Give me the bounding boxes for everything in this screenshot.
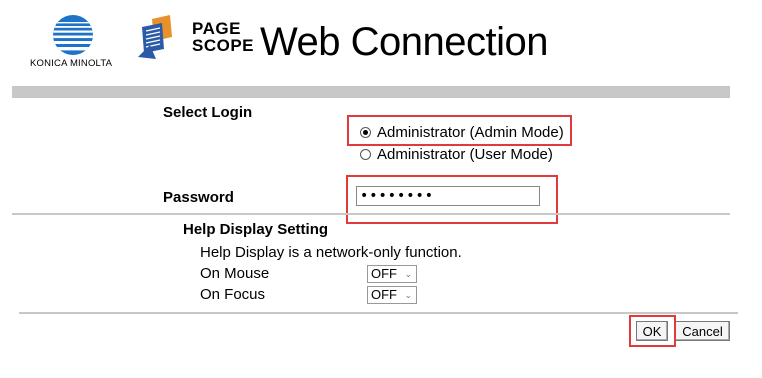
on-mouse-value: OFF: [371, 266, 397, 281]
on-mouse-select[interactable]: OFF ⌄: [367, 265, 417, 283]
pagescope-line1: PAGE: [192, 19, 241, 38]
section-divider: [12, 213, 730, 215]
chevron-down-icon: ⌄: [404, 290, 412, 300]
radio-user-mode[interactable]: Administrator (User Mode): [360, 146, 553, 163]
password-label: Password: [163, 189, 234, 206]
highlight-ok: [629, 315, 676, 347]
on-focus-select[interactable]: OFF ⌄: [367, 286, 417, 304]
brand-name: KONICA MINOLTA: [30, 58, 113, 69]
highlight-admin-mode: [347, 115, 572, 146]
pagescope-line2: SCOPE: [192, 36, 255, 55]
on-focus-label: On Focus: [200, 286, 266, 303]
pagescope-icon: [138, 15, 172, 59]
help-description: Help Display is a network-only function.: [200, 244, 462, 261]
globe-icon: [53, 15, 93, 55]
header-divider: [12, 86, 730, 98]
chevron-down-icon: ⌄: [404, 269, 412, 279]
cancel-button[interactable]: Cancel: [675, 321, 730, 341]
footer-divider: [19, 312, 738, 314]
pagescope-wordmark: PAGE SCOPE: [192, 20, 254, 54]
radio-unchecked-icon[interactable]: [360, 149, 371, 160]
radio-user-label: Administrator (User Mode): [377, 146, 553, 163]
help-display-title: Help Display Setting: [183, 221, 329, 238]
konica-minolta-logo: KONICA MINOLTA: [30, 14, 120, 74]
highlight-password: [346, 175, 558, 224]
on-focus-value: OFF: [371, 287, 397, 302]
page-title: Web Connection: [260, 20, 549, 64]
on-mouse-label: On Mouse: [200, 265, 270, 282]
select-login-label: Select Login: [163, 104, 253, 121]
